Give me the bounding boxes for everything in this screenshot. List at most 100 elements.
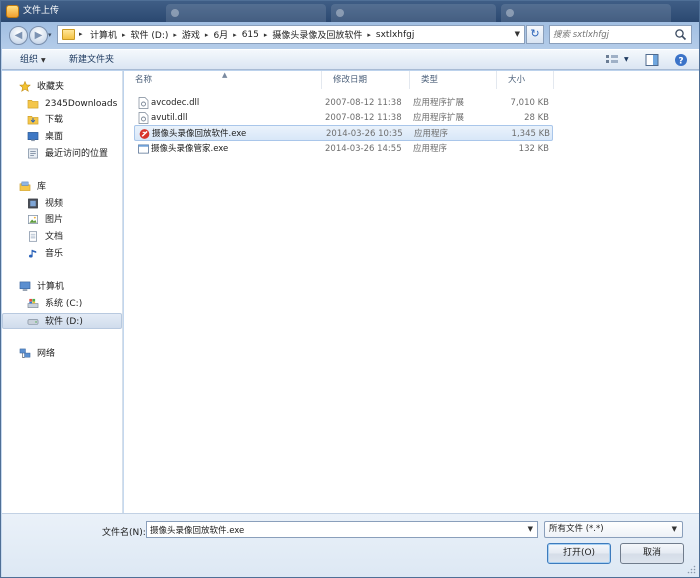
command-toolbar: 组织 ▼ 新建文件夹 ▼ ? — [2, 49, 699, 70]
hard-drive-icon — [27, 319, 39, 325]
refresh-button[interactable]: ↻ — [526, 25, 544, 44]
file-name: avcodec.dll — [151, 98, 200, 108]
chevron-right-icon[interactable]: ▸ — [261, 31, 271, 39]
sidebar-item-pictures[interactable]: 图片 — [2, 212, 122, 228]
column-header-size[interactable]: 大小 — [497, 71, 554, 89]
documents-library-icon — [29, 231, 37, 242]
sidebar-item-label: 文档 — [45, 232, 64, 242]
sort-ascending-icon: ▲ — [222, 71, 228, 79]
exe-window-icon — [138, 144, 149, 154]
file-row[interactable]: avcodec.dll 2007-08-12 11:38 应用程序扩展 7,01… — [134, 95, 553, 111]
search-icon[interactable] — [674, 28, 687, 41]
sidebar-item-label: 图片 — [45, 215, 64, 225]
breadcrumb-item[interactable]: 游戏 — [180, 28, 202, 41]
window-title: 文件上传 — [23, 6, 60, 16]
sidebar-item-recent-places[interactable]: 最近访问的位置 — [2, 146, 122, 162]
music-library-icon — [28, 249, 37, 258]
sidebar-item-label: 软件 (D:) — [45, 317, 83, 327]
resize-grip-icon[interactable] — [687, 565, 696, 574]
nav-group-label: 网络 — [37, 349, 56, 359]
chevron-right-icon[interactable]: ▸ — [79, 30, 83, 38]
column-header-label: 大小 — [508, 75, 526, 85]
navigation-pane: 收藏夹 2345Downloads 下载 桌面 最近访问的位置 库 视频 图片 … — [2, 71, 123, 513]
cancel-button[interactable]: 取消 — [620, 543, 684, 564]
recent-pages-dropdown-icon[interactable]: ▾ — [48, 31, 52, 39]
file-type: 应用程序 — [413, 144, 448, 154]
sidebar-item-videos[interactable]: 视频 — [2, 196, 122, 212]
breadcrumb-item[interactable]: 6月 — [211, 28, 230, 41]
breadcrumb-item[interactable]: sxtlxhfgj — [374, 30, 416, 40]
view-dropdown-icon[interactable]: ▼ — [624, 50, 629, 70]
search-input[interactable] — [553, 27, 671, 42]
sidebar-item-downloads[interactable]: 下载 — [2, 112, 122, 128]
organize-menu-button[interactable]: 组织 ▼ — [20, 50, 46, 70]
dll-file-icon — [138, 112, 149, 124]
breadcrumb-item[interactable]: 摄像头录像及回放软件 — [270, 28, 364, 41]
nav-group-label: 计算机 — [37, 282, 65, 292]
pictures-library-icon — [28, 215, 38, 224]
recent-places-icon — [28, 148, 38, 159]
chevron-right-icon[interactable]: ▸ — [202, 31, 212, 39]
chevron-right-icon[interactable]: ▸ — [230, 31, 240, 39]
breadcrumb-item[interactable]: 软件 (D:) — [129, 28, 171, 41]
filename-label: 文件名(N): — [102, 528, 146, 538]
column-header-label: 修改日期 — [333, 75, 368, 85]
help-icon[interactable]: ? — [674, 53, 688, 67]
column-header-name[interactable]: 名称 ▲ — [124, 71, 322, 89]
back-button[interactable]: ◀ — [9, 26, 28, 45]
library-icon — [19, 181, 31, 191]
nav-group-libraries[interactable]: 库 — [2, 179, 122, 195]
column-header-modified[interactable]: 修改日期 — [322, 71, 410, 89]
nav-group-computer[interactable]: 计算机 — [2, 279, 122, 295]
breadcrumb-item[interactable]: 615 — [240, 30, 261, 40]
nav-group-favorites[interactable]: 收藏夹 — [2, 79, 122, 95]
chevron-down-icon[interactable]: ▼ — [528, 525, 533, 533]
file-modified: 2007-08-12 11:38 — [325, 98, 402, 108]
background-browser-tab — [331, 4, 496, 22]
chevron-right-icon[interactable]: ▸ — [170, 31, 180, 39]
preview-pane-icon[interactable] — [645, 53, 659, 67]
filename-input[interactable] — [150, 523, 520, 536]
breadcrumb-item[interactable]: 计算机 — [88, 28, 119, 41]
column-header-type[interactable]: 类型 — [410, 71, 497, 89]
address-history-dropdown-icon[interactable]: ▼ — [515, 30, 520, 38]
title-bar: 文件上传 — [1, 1, 699, 22]
filename-combobox[interactable]: ▼ — [146, 521, 538, 538]
file-row[interactable]: 摄像头录像回放软件.exe 2014-03-26 10:35 应用程序 1,34… — [134, 125, 553, 141]
search-box[interactable] — [549, 25, 692, 44]
address-bar[interactable]: ▸ 计算机 ▸ 软件 (D:) ▸ 游戏 ▸ 6月 ▸ 615 ▸ 摄像头录像及… — [57, 25, 525, 44]
sidebar-item-2345downloads[interactable]: 2345Downloads — [2, 96, 122, 112]
folder-icon — [27, 100, 39, 109]
browser-app-icon — [6, 5, 19, 18]
sidebar-item-label: 桌面 — [45, 132, 64, 142]
sidebar-item-label: 视频 — [45, 199, 64, 209]
folder-icon — [62, 29, 75, 40]
sidebar-item-label: 最近访问的位置 — [45, 149, 109, 159]
file-size: 132 KB — [518, 144, 549, 154]
file-row[interactable]: avutil.dll 2007-08-12 11:38 应用程序扩展 28 KB — [134, 110, 553, 126]
refresh-icon: ↻ — [530, 27, 540, 40]
sidebar-item-label: 2345Downloads — [45, 99, 118, 109]
nav-group-network[interactable]: 网络 — [2, 346, 122, 362]
open-button[interactable]: 打开(O) — [547, 543, 611, 564]
forward-button[interactable]: ▶ — [29, 26, 48, 45]
chevron-right-icon[interactable]: ▸ — [364, 31, 374, 39]
svg-text:?: ? — [678, 56, 683, 66]
file-row[interactable]: 摄像头录像管家.exe 2014-03-26 14:55 应用程序 132 KB — [134, 141, 553, 157]
sidebar-item-label: 音乐 — [45, 249, 64, 259]
file-name: avutil.dll — [151, 113, 188, 123]
sidebar-item-documents[interactable]: 文档 — [2, 229, 122, 245]
chevron-right-icon[interactable]: ▸ — [119, 31, 129, 39]
new-folder-button[interactable]: 新建文件夹 — [69, 50, 114, 70]
sidebar-item-music[interactable]: 音乐 — [2, 246, 122, 262]
nav-group-label: 收藏夹 — [37, 82, 65, 92]
sidebar-item-drive-c[interactable]: 系统 (C:) — [2, 296, 122, 312]
view-options-icon[interactable] — [605, 53, 619, 67]
video-library-icon — [28, 198, 38, 209]
sidebar-item-desktop[interactable]: 桌面 — [2, 129, 122, 145]
filetype-select[interactable]: 所有文件 (*.*) ▼ — [544, 521, 683, 538]
desktop-icon — [27, 132, 39, 142]
breadcrumb: 计算机 ▸ 软件 (D:) ▸ 游戏 ▸ 6月 ▸ 615 ▸ 摄像头录像及回放… — [88, 26, 416, 43]
sidebar-item-drive-d[interactable]: 软件 (D:) — [2, 313, 122, 329]
star-icon — [19, 81, 31, 92]
